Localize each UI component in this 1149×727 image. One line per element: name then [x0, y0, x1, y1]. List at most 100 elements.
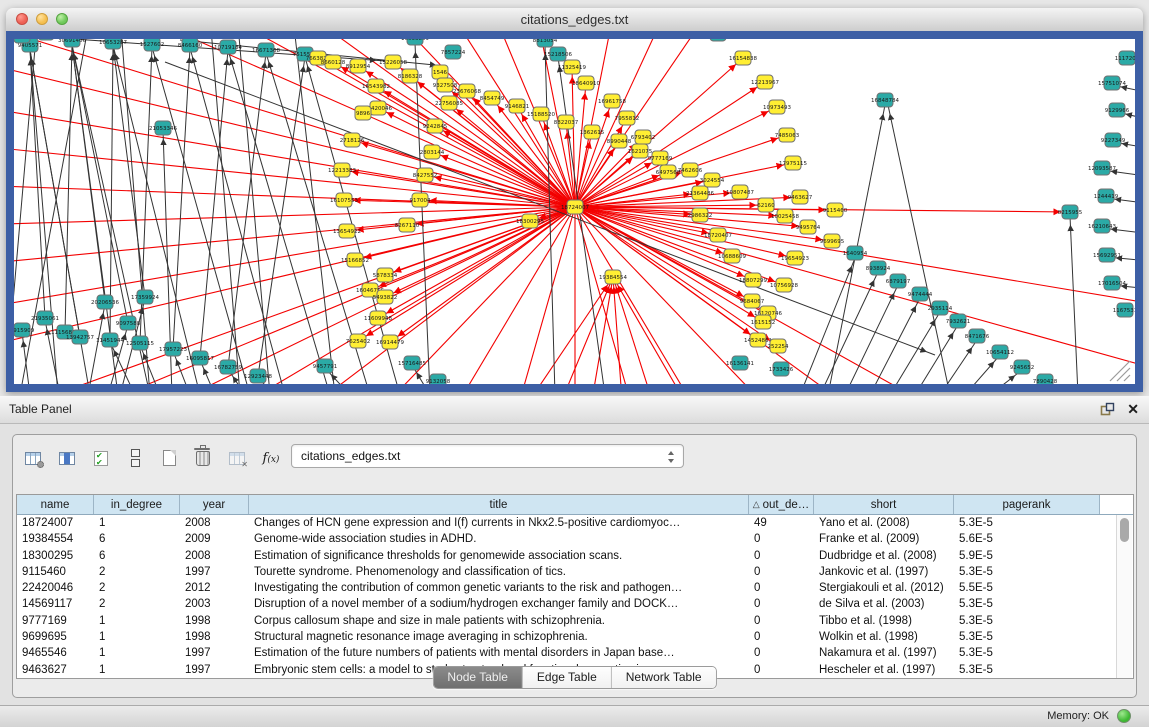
network-node[interactable]: 17957223 — [159, 342, 187, 356]
network-node[interactable]: 62160 — [757, 198, 775, 212]
network-node[interactable]: 19384554 — [599, 270, 627, 284]
column-header-pagerank[interactable]: pagerank — [954, 495, 1100, 514]
table-options-icon[interactable] — [21, 446, 45, 470]
network-node[interactable]: 15226058 — [379, 55, 407, 69]
memory-ok-indicator[interactable] — [1117, 709, 1131, 723]
network-node[interactable]: 8938924 — [866, 261, 891, 275]
network-node[interactable]: 20206536 — [91, 295, 119, 309]
network-node[interactable]: 15166852 — [341, 253, 369, 267]
select-all-icon[interactable]: ✔✔ — [89, 446, 113, 470]
tab-edge-table[interactable]: Edge Table — [523, 667, 612, 688]
delete-table-icon[interactable]: ✕ — [225, 446, 249, 470]
column-header-year[interactable]: year — [180, 495, 249, 514]
network-node[interactable]: 7890428 — [1033, 374, 1058, 384]
network-node[interactable]: 917004 — [410, 193, 431, 207]
network-node[interactable]: 10688609 — [718, 249, 746, 263]
table-row[interactable]: 1830029562008Estimation of significance … — [17, 548, 1133, 564]
table-row[interactable]: 1456911722003Disruption of a novel membe… — [17, 596, 1133, 612]
network-node[interactable]: 16136141 — [726, 356, 754, 370]
table-row[interactable]: 911546021997Tourette syndrome. Phenomeno… — [17, 564, 1133, 580]
network-canvas[interactable]: 9405571306914061065328715276028466160107… — [14, 39, 1135, 384]
float-panel-icon[interactable] — [1100, 402, 1115, 416]
zoom-window-button[interactable] — [56, 13, 68, 25]
network-node[interactable]: 2803144 — [420, 145, 445, 159]
network-node[interactable]: 9699695 — [820, 234, 845, 248]
column-header-short[interactable]: short — [814, 495, 954, 514]
network-node[interactable]: 252254 — [768, 339, 789, 353]
network-node[interactable]: 8186328 — [398, 69, 423, 83]
network-node[interactable]: 16095817 — [186, 351, 214, 365]
network-node[interactable]: 10756928 — [770, 278, 798, 292]
network-node[interactable]: 1117205 — [1115, 51, 1135, 65]
network-node[interactable]: 30691406 — [58, 39, 86, 47]
table-selector-dropdown[interactable]: citations_edges.txt — [291, 444, 684, 468]
network-node[interactable]: 2087682 — [706, 39, 731, 41]
network-node[interactable]: 16033809 — [401, 39, 429, 45]
network-node[interactable]: 9896 — [355, 106, 371, 120]
network-node[interactable]: 10807487 — [726, 185, 754, 199]
table-row[interactable]: 1938455462009Genome-wide association stu… — [17, 531, 1133, 547]
network-node[interactable]: 12213383 — [328, 163, 356, 177]
network-node[interactable]: 1167531 — [1113, 303, 1135, 317]
network-node[interactable]: 17975115 — [779, 156, 807, 170]
network-node[interactable]: 6793402 — [631, 130, 656, 144]
new-column-icon[interactable] — [157, 446, 181, 470]
network-node[interactable]: 15692951 — [1093, 248, 1121, 262]
network-node[interactable]: 9227349 — [1101, 133, 1126, 147]
network-node[interactable]: 16914479 — [376, 335, 404, 349]
table-row[interactable]: 969969511998Structural magnetic resonanc… — [17, 629, 1133, 645]
network-node[interactable]: 12505115 — [126, 336, 154, 350]
table-row[interactable]: 2242004622012Investigating the contribut… — [17, 580, 1133, 596]
table-row[interactable]: 946554611997Estimation of the future num… — [17, 645, 1133, 661]
network-node[interactable]: 10025458 — [771, 209, 799, 223]
network-node[interactable]: 8471676 — [965, 329, 990, 343]
table-row[interactable]: 1872400712008Changes of HCN gene express… — [17, 515, 1133, 531]
minimize-window-button[interactable] — [36, 13, 48, 25]
network-node[interactable]: 17016504 — [1098, 276, 1126, 290]
tab-network-table[interactable]: Network Table — [612, 667, 716, 688]
network-node[interactable]: 1640954 — [843, 246, 868, 260]
network-node[interactable]: 9495764 — [796, 220, 821, 234]
network-node[interactable]: 9129966 — [1105, 103, 1130, 117]
network-node[interactable]: 9115460 — [823, 203, 848, 217]
network-node[interactable]: 13654922 — [333, 224, 361, 238]
close-window-button[interactable] — [16, 13, 28, 25]
resize-grip[interactable] — [1110, 361, 1130, 381]
network-node[interactable]: 8215955 — [1058, 205, 1083, 219]
network-node[interactable]: 7857224 — [441, 45, 466, 59]
network-node[interactable]: 8267110 — [395, 218, 420, 232]
network-node[interactable]: 10654112 — [986, 345, 1014, 359]
network-node[interactable]: 2986322 — [688, 208, 713, 222]
network-node[interactable]: 8813054 — [533, 39, 558, 47]
network-node[interactable]: 18720407 — [704, 228, 732, 242]
table-scrollbar[interactable] — [1116, 515, 1132, 678]
network-node[interactable]: 1546 — [432, 65, 448, 79]
column-header-out_de[interactable]: △out_de… — [749, 495, 814, 514]
close-panel-icon[interactable]: ✕ — [1127, 401, 1139, 417]
column-header-name[interactable]: name — [17, 495, 94, 514]
network-node[interactable]: 16107553 — [330, 193, 358, 207]
network-node[interactable]: 6879197 — [886, 274, 911, 288]
network-node[interactable]: 21364486 — [686, 186, 714, 200]
network-node[interactable]: 7485063 — [775, 128, 800, 142]
network-node[interactable]: 16543982 — [362, 79, 390, 93]
network-node[interactable]: 17359924 — [131, 290, 159, 304]
column-header-title[interactable]: title — [249, 495, 749, 514]
delete-column-icon[interactable] — [191, 446, 215, 470]
clear-selection-icon[interactable] — [123, 446, 147, 470]
show-columns-icon[interactable] — [55, 446, 79, 470]
network-node[interactable]: 1362615 — [580, 125, 605, 139]
network-node[interactable]: 15751074 — [1098, 76, 1126, 90]
network-node[interactable]: 16210643 — [1088, 219, 1116, 233]
network-node[interactable]: 3024554 — [700, 173, 725, 187]
network-node[interactable]: 15218506 — [544, 47, 572, 61]
network-node[interactable]: 18640910 — [572, 76, 600, 90]
function-builder-icon[interactable]: f(x) — [259, 446, 283, 470]
network-node[interactable]: 1244419 — [1094, 189, 1119, 203]
column-header-in_degree[interactable]: in_degree — [94, 495, 180, 514]
network-node[interactable]: 12093587 — [1088, 161, 1116, 175]
network-node[interactable]: 10653287 — [99, 39, 127, 49]
network-window-titlebar[interactable]: citations_edges.txt — [6, 8, 1143, 32]
table-row[interactable]: 977716911998Corpus callosum shape and si… — [17, 613, 1133, 629]
network-node[interactable]: 16154838 — [729, 51, 757, 65]
